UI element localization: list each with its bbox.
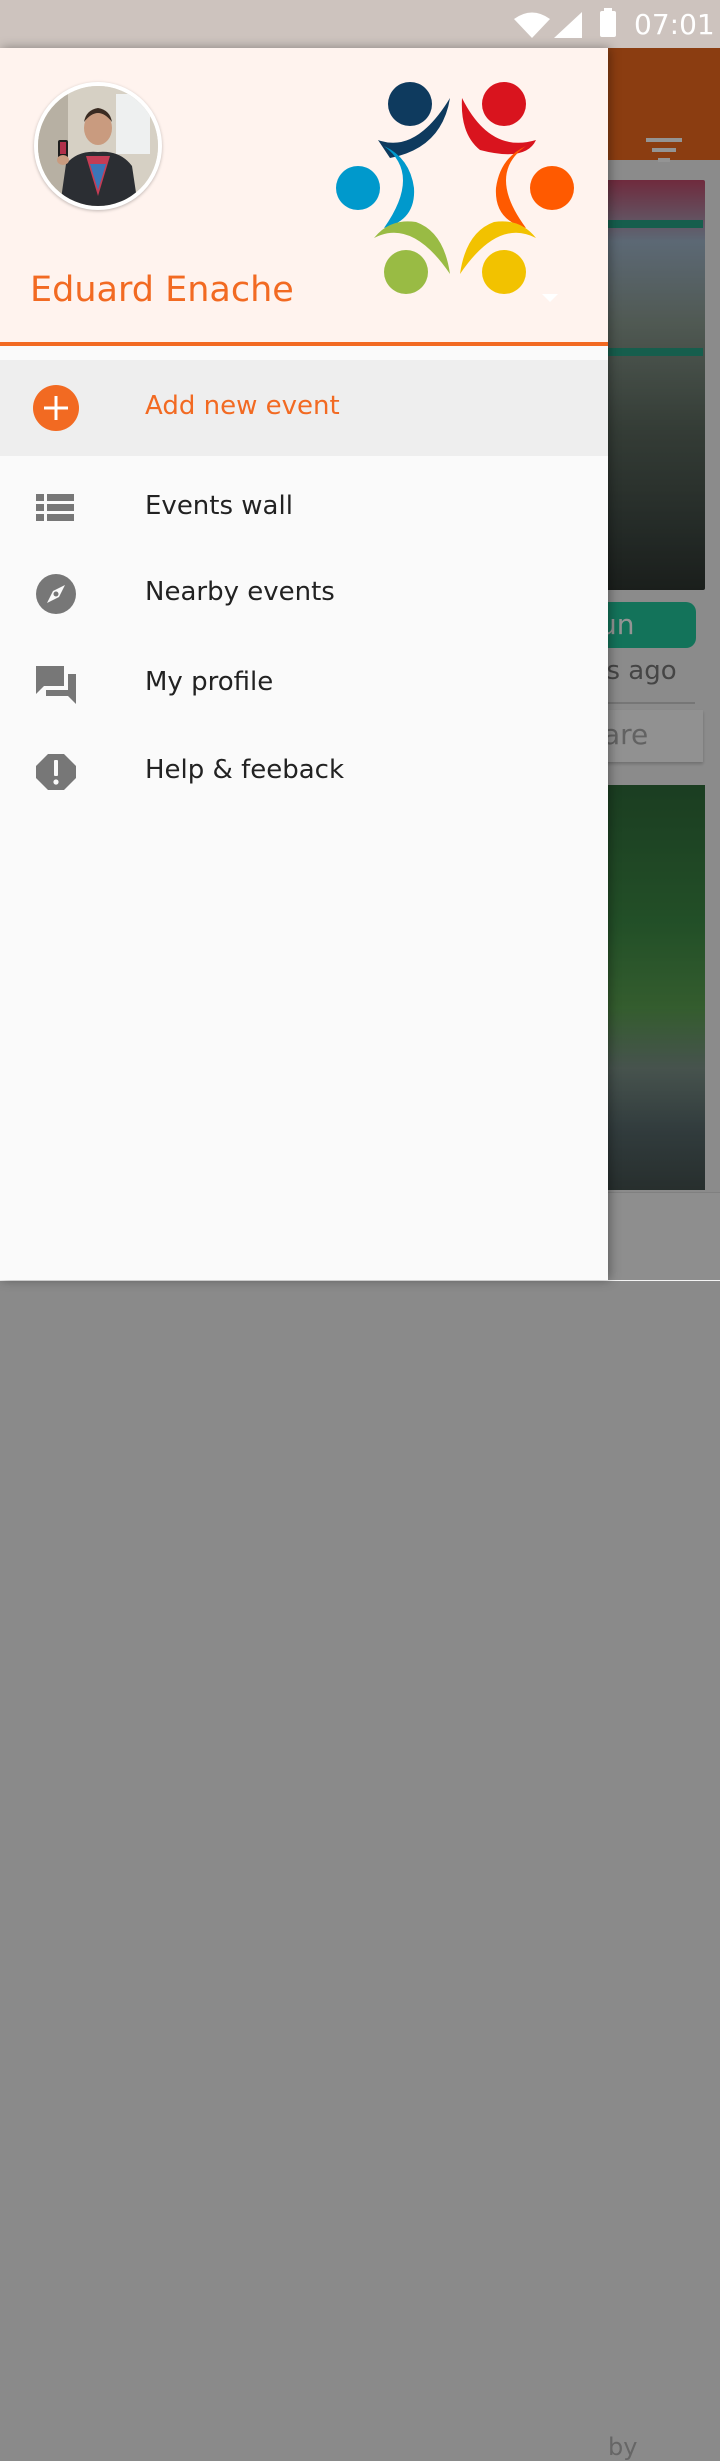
user-name: Eduard Enache xyxy=(30,270,294,310)
wifi-icon xyxy=(514,12,550,38)
bottom-nav-label: by xyxy=(608,2433,638,2461)
add-circle-icon xyxy=(33,385,79,431)
alert-icon xyxy=(36,754,76,790)
community-logo-icon xyxy=(336,82,574,294)
chat-icon xyxy=(36,666,76,704)
list-icon xyxy=(36,494,74,521)
dropdown-arrow-icon[interactable] xyxy=(538,288,562,308)
avatar-photo xyxy=(38,86,158,206)
menu-item-nearby-events[interactable]: Nearby events xyxy=(0,546,608,642)
menu-item-help-feedback[interactable]: Help & feeback xyxy=(0,724,608,820)
drawer-header: Eduard Enache xyxy=(0,48,608,346)
navigation-drawer: Eduard Enache Add new event Events wall … xyxy=(0,48,608,1280)
menu-item-label: My profile xyxy=(145,667,274,697)
status-time: 07:01 xyxy=(634,8,715,41)
menu-item-events-wall[interactable]: Events wall xyxy=(0,460,608,556)
battery-icon xyxy=(600,8,616,37)
menu-item-my-profile[interactable]: My profile xyxy=(0,636,608,732)
avatar[interactable] xyxy=(34,82,162,210)
menu-item-label: Help & feeback xyxy=(145,755,345,785)
compass-icon xyxy=(36,574,76,614)
signal-icon xyxy=(554,12,582,38)
status-bar: 07:01 xyxy=(0,0,720,48)
menu-item-label: Events wall xyxy=(145,491,293,521)
menu-item-label: Add new event xyxy=(145,391,340,421)
menu-item-label: Nearby events xyxy=(145,577,335,607)
menu-item-add-new-event[interactable]: Add new event xyxy=(0,360,608,456)
